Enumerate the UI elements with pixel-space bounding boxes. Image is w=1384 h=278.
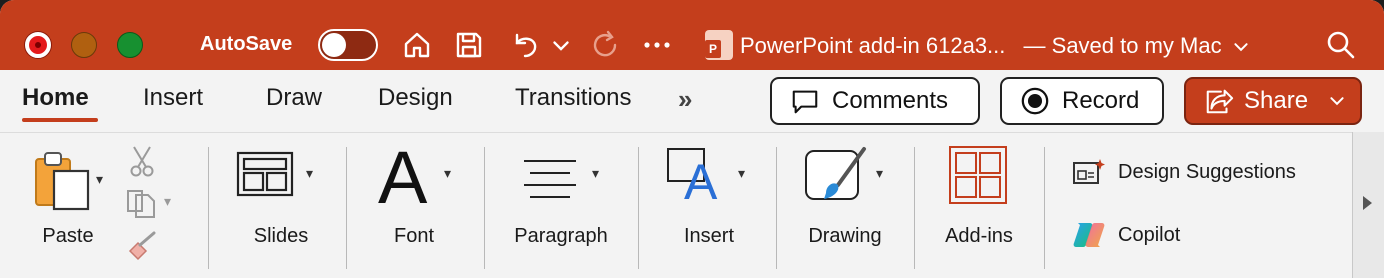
tab-insert[interactable]: Insert xyxy=(143,84,203,112)
font-group[interactable]: A ▾ Font xyxy=(362,136,466,273)
paste-button[interactable]: ▾ xyxy=(30,149,120,219)
format-painter-icon[interactable] xyxy=(126,231,160,263)
paragraph-chevron-down-icon[interactable]: ▾ xyxy=(592,165,599,182)
save-icon[interactable] xyxy=(450,26,488,64)
file-badge-letter: P xyxy=(705,40,721,58)
paste-label: Paste xyxy=(42,225,94,247)
paragraph-label: Paragraph xyxy=(514,225,608,247)
insert-chevron-down-icon[interactable]: ▾ xyxy=(738,165,745,182)
minimize-window-button[interactable] xyxy=(71,32,97,58)
ribbon-scroll-strip[interactable] xyxy=(1352,132,1384,278)
copy-icon xyxy=(127,190,155,218)
share-chevron-down-icon xyxy=(1330,97,1344,106)
undo-dropdown-icon[interactable] xyxy=(548,26,574,64)
design-suggestions-button[interactable]: Design Suggestions xyxy=(1072,157,1296,187)
group-separator xyxy=(484,147,485,269)
tab-design[interactable]: Design xyxy=(378,84,453,112)
paragraph-icon xyxy=(524,160,576,198)
tab-draw[interactable]: Draw xyxy=(266,84,322,112)
group-separator xyxy=(776,147,777,269)
record-label: Record xyxy=(1062,87,1140,114)
group-separator xyxy=(1044,147,1045,269)
font-label: Font xyxy=(393,225,435,247)
close-window-button[interactable] xyxy=(25,32,51,58)
record-button[interactable]: Record xyxy=(1000,77,1164,125)
slide-layout-icon xyxy=(236,151,294,197)
copilot-label: Copilot xyxy=(1118,223,1181,246)
ribbon-scroll-right-icon[interactable] xyxy=(1363,196,1372,210)
autosave-toggle[interactable] xyxy=(318,29,378,61)
ribbon-home: ▾ Paste ▾ ▾ Slides A ▾ Font ▾ Paragraph … xyxy=(0,132,1352,278)
drawing-chevron-down-icon[interactable]: ▾ xyxy=(876,165,883,182)
comment-icon xyxy=(792,90,818,114)
autosave-label: AutoSave xyxy=(200,33,293,55)
drawing-label: Drawing xyxy=(808,225,882,247)
group-separator xyxy=(346,147,347,269)
home-icon[interactable] xyxy=(398,26,436,64)
search-icon[interactable] xyxy=(1322,26,1360,64)
insert-label: Insert xyxy=(683,225,735,247)
slides-group[interactable]: ▾ Slides xyxy=(226,143,336,273)
share-label: Share xyxy=(1244,87,1309,114)
drawing-icon xyxy=(805,147,866,200)
ribbon-tab-row: Home Insert Draw Design Transitions » Co… xyxy=(0,70,1384,132)
copilot-button[interactable]: Copilot xyxy=(1072,219,1180,251)
clipboard-group: ▾ Paste ▾ xyxy=(20,143,190,273)
comments-label: Comments xyxy=(832,87,949,114)
redo-icon xyxy=(586,26,624,64)
powerpoint-file-icon: P xyxy=(705,30,733,60)
title-chevron-down-icon xyxy=(1234,43,1248,52)
design-suggestions-label: Design Suggestions xyxy=(1118,160,1296,183)
share-icon xyxy=(1206,89,1234,114)
tab-transitions[interactable]: Transitions xyxy=(515,84,631,112)
cut-icon[interactable] xyxy=(128,145,156,177)
title-bar: AutoSave P PowerPoint add-in 612a3... — … xyxy=(0,0,1384,70)
addins-grid-icon xyxy=(949,146,1007,204)
addins-group[interactable]: Add-ins xyxy=(930,143,1028,273)
active-tab-indicator xyxy=(22,118,98,122)
copy-chevron-down-icon[interactable]: ▾ xyxy=(164,193,171,210)
paste-chevron-down-icon[interactable]: ▾ xyxy=(96,171,103,188)
group-separator xyxy=(638,147,639,269)
font-icon: A xyxy=(378,136,428,219)
tab-home[interactable]: Home xyxy=(22,84,89,112)
more-options-icon[interactable] xyxy=(638,26,676,64)
design-suggestions-icon xyxy=(1073,159,1105,184)
copilot-icon xyxy=(1073,223,1105,247)
record-icon xyxy=(1021,87,1049,115)
insert-group[interactable]: A ▾ Insert xyxy=(654,143,764,273)
paste-icon xyxy=(35,152,90,211)
document-title: PowerPoint add-in 612a3... xyxy=(740,33,1006,58)
save-status: — Saved to my Mac xyxy=(1023,33,1222,58)
insert-text-glyph: A xyxy=(684,154,718,210)
slides-chevron-down-icon[interactable]: ▾ xyxy=(306,165,313,182)
group-separator xyxy=(914,147,915,269)
share-button[interactable]: Share xyxy=(1184,77,1362,125)
maximize-window-button[interactable] xyxy=(117,32,143,58)
drawing-group[interactable]: ▾ Drawing xyxy=(792,143,898,273)
addins-label: Add-ins xyxy=(945,225,1013,247)
paragraph-group[interactable]: ▾ Paragraph xyxy=(500,143,622,273)
toggle-knob xyxy=(322,33,346,57)
font-chevron-down-icon[interactable]: ▾ xyxy=(444,165,451,182)
copy-button[interactable]: ▾ xyxy=(124,185,188,219)
powerpoint-window: AutoSave P PowerPoint add-in 612a3... — … xyxy=(0,0,1384,278)
more-tabs-icon[interactable]: » xyxy=(678,84,693,115)
document-title-button[interactable]: PowerPoint add-in 612a3... — Saved to my… xyxy=(740,33,1250,59)
group-separator xyxy=(208,147,209,269)
undo-icon[interactable] xyxy=(506,26,544,64)
slides-label: Slides xyxy=(253,225,309,247)
comments-button[interactable]: Comments xyxy=(770,77,980,125)
share-dropdown[interactable] xyxy=(1328,92,1346,110)
